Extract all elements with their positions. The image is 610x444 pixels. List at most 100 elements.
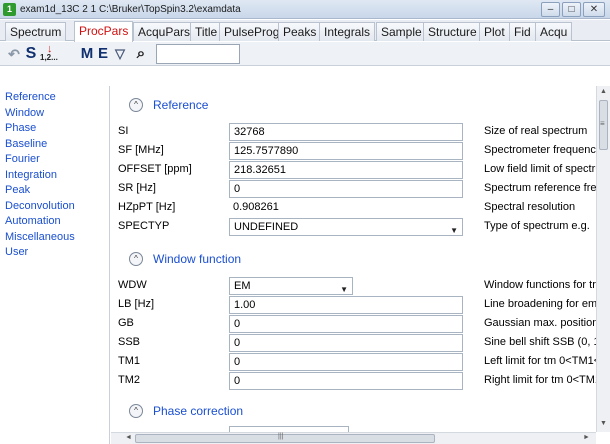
- param-label: SI: [118, 125, 129, 137]
- tab-structure[interactable]: Structure: [423, 22, 482, 41]
- title-bar: 1 exam1d_13C 2 1 C:\Bruker\TopSpin3.2\ex…: [0, 0, 610, 19]
- param-input-si[interactable]: 32768: [229, 123, 463, 141]
- vertical-scroll-thumb[interactable]: ≡: [599, 100, 608, 150]
- param-input-tm2[interactable]: 0: [229, 372, 463, 390]
- tab-sample[interactable]: Sample: [376, 22, 427, 41]
- tab-pulseprog[interactable]: PulseProg: [219, 22, 285, 41]
- sort-button[interactable]: ↓ 1,2...: [40, 43, 62, 63]
- sidebar-item-baseline[interactable]: Baseline: [0, 137, 109, 153]
- param-description: Right limit for tm 0<TM1<TM2: [484, 374, 596, 386]
- param-input-offset[interactable]: 218.32651: [229, 161, 463, 179]
- param-input-sr[interactable]: 0: [229, 180, 463, 198]
- param-label: SF [MHz]: [118, 144, 164, 156]
- scroll-right-icon[interactable]: ►: [583, 434, 590, 441]
- collapse-icon[interactable]: ^: [129, 98, 143, 112]
- tab-peaks[interactable]: Peaks: [278, 22, 322, 41]
- window-title: exam1d_13C 2 1 C:\Bruker\TopSpin3.2\exam…: [20, 4, 241, 15]
- sidebar-item-automation[interactable]: Automation: [0, 214, 109, 230]
- binoculars-icon[interactable]: ⌕: [131, 45, 151, 63]
- param-label: OFFSET [ppm]: [118, 163, 192, 175]
- param-row-sr: SR [Hz] 0 Spectrum reference frequency: [118, 180, 596, 199]
- parameters-panel: ^ Reference SI 32768 Size of real spectr…: [111, 86, 596, 432]
- param-row-spectyp: SPECTYP UNDEFINED ▼ Type of spectrum e.g…: [118, 218, 596, 237]
- dropdown-arrow-icon: ▼: [450, 226, 458, 235]
- sidebar-item-phase[interactable]: Phase: [0, 121, 109, 137]
- sidebar-item-integration[interactable]: Integration: [0, 168, 109, 184]
- param-row-wdw: WDW EM ▼ Window functions for trans: [118, 277, 596, 296]
- sidebar-item-reference[interactable]: Reference: [0, 90, 109, 106]
- tab-procpars[interactable]: ProcPars: [74, 21, 134, 42]
- param-description: Low field limit of spectrum: [484, 163, 596, 175]
- param-row-offset: OFFSET [ppm] 218.32651 Low field limit o…: [118, 161, 596, 180]
- param-description: Size of real spectrum: [484, 125, 588, 137]
- tab-integrals[interactable]: Integrals: [319, 22, 376, 41]
- minimize-button[interactable]: –: [541, 2, 560, 17]
- param-row-gb: GB 0 Gaussian max. position: [118, 315, 596, 334]
- tab-plot[interactable]: Plot: [479, 22, 510, 41]
- grip-icon: |||: [278, 433, 284, 440]
- param-description: Gaussian max. position: [484, 317, 596, 329]
- undo-icon[interactable]: ↶: [6, 45, 22, 63]
- param-description: Spectral resolution: [484, 201, 576, 213]
- vertical-scrollbar[interactable]: ▲ ≡ ▼: [596, 86, 610, 432]
- sidebar-item-miscellaneous[interactable]: Miscellaneous: [0, 230, 109, 246]
- param-label: SSB: [118, 336, 141, 348]
- param-description: Sine bell shift SSB (0, 1...: [484, 336, 596, 348]
- m-button[interactable]: M: [80, 45, 94, 63]
- param-input-tm1[interactable]: 0: [229, 353, 463, 371]
- param-label: SPECTYP: [118, 220, 170, 232]
- param-row-hzppt: HZpPT [Hz] 0.908261 Spectral resolution: [118, 199, 596, 218]
- param-description: Left limit for tm 0<TM1<TM2: [484, 355, 596, 367]
- search-input[interactable]: [156, 44, 240, 64]
- toolbar: ↶ S ↓ 1,2... M E ▽ ⌕: [0, 42, 610, 66]
- maximize-button[interactable]: □: [562, 2, 581, 17]
- scroll-left-icon[interactable]: ◄: [125, 434, 132, 441]
- tab-acqupars[interactable]: AcquPars: [133, 22, 196, 41]
- collapse-icon[interactable]: ^: [129, 252, 143, 266]
- param-row-tm2: TM2 0 Right limit for tm 0<TM1<TM2: [118, 372, 596, 391]
- s-button[interactable]: S: [24, 45, 38, 63]
- param-label: TM1: [118, 355, 140, 367]
- param-label: SR [Hz]: [118, 182, 156, 194]
- param-description: Window functions for trans: [484, 279, 596, 291]
- sidebar-item-window[interactable]: Window: [0, 106, 109, 122]
- scroll-down-icon[interactable]: ▼: [600, 420, 607, 427]
- sidebar-item-fourier[interactable]: Fourier: [0, 152, 109, 168]
- tab-title[interactable]: Title: [190, 22, 223, 41]
- param-input-sf[interactable]: 125.7577890: [229, 142, 463, 160]
- param-label: GB: [118, 317, 134, 329]
- sidebar-item-deconvolution[interactable]: Deconvolution: [0, 199, 109, 215]
- horizontal-scroll-thumb[interactable]: |||: [135, 433, 435, 443]
- e-button[interactable]: E: [96, 45, 110, 63]
- param-label: HZpPT [Hz]: [118, 201, 176, 213]
- horizontal-scrollbar[interactable]: ◄ ||| ►: [111, 432, 596, 444]
- param-row-si: SI 32768 Size of real spectrum: [118, 123, 596, 142]
- param-value-hzppt: 0.908261: [233, 201, 279, 213]
- collapse-icon[interactable]: ^: [129, 404, 143, 418]
- param-input-ssb[interactable]: 0: [229, 334, 463, 352]
- tab-fid[interactable]: Fid: [509, 22, 536, 41]
- param-select-wdw[interactable]: EM ▼: [229, 277, 353, 295]
- sidebar: Reference Window Phase Baseline Fourier …: [0, 86, 110, 444]
- grip-icon: ≡: [600, 119, 605, 128]
- param-input-gb[interactable]: 0: [229, 315, 463, 333]
- param-row-ssb: SSB 0 Sine bell shift SSB (0, 1...: [118, 334, 596, 353]
- param-select-spectyp[interactable]: UNDEFINED ▼: [229, 218, 463, 236]
- section-title-reference: Reference: [153, 98, 209, 112]
- param-row-sf: SF [MHz] 125.7577890 Spectrometer freque…: [118, 142, 596, 161]
- scroll-up-icon[interactable]: ▲: [600, 88, 607, 95]
- param-description: Spectrum reference frequency: [484, 182, 596, 194]
- tab-spectrum[interactable]: Spectrum: [5, 22, 67, 41]
- close-button[interactable]: ✕: [583, 2, 605, 17]
- filter-icon[interactable]: ▽: [113, 45, 127, 63]
- param-input-lb[interactable]: 1.00: [229, 296, 463, 314]
- section-title-phase: Phase correction: [153, 404, 244, 418]
- param-label: TM2: [118, 374, 140, 386]
- param-row-lb: LB [Hz] 1.00 Line broadening for em: [118, 296, 596, 315]
- sidebar-item-user[interactable]: User: [0, 245, 109, 261]
- sidebar-item-peak[interactable]: Peak: [0, 183, 109, 199]
- tab-acqu[interactable]: Acqu: [535, 22, 573, 41]
- param-description: Type of spectrum e.g.: [484, 220, 590, 232]
- param-label: LB [Hz]: [118, 298, 155, 310]
- param-row-tm1: TM1 0 Left limit for tm 0<TM1<TM2: [118, 353, 596, 372]
